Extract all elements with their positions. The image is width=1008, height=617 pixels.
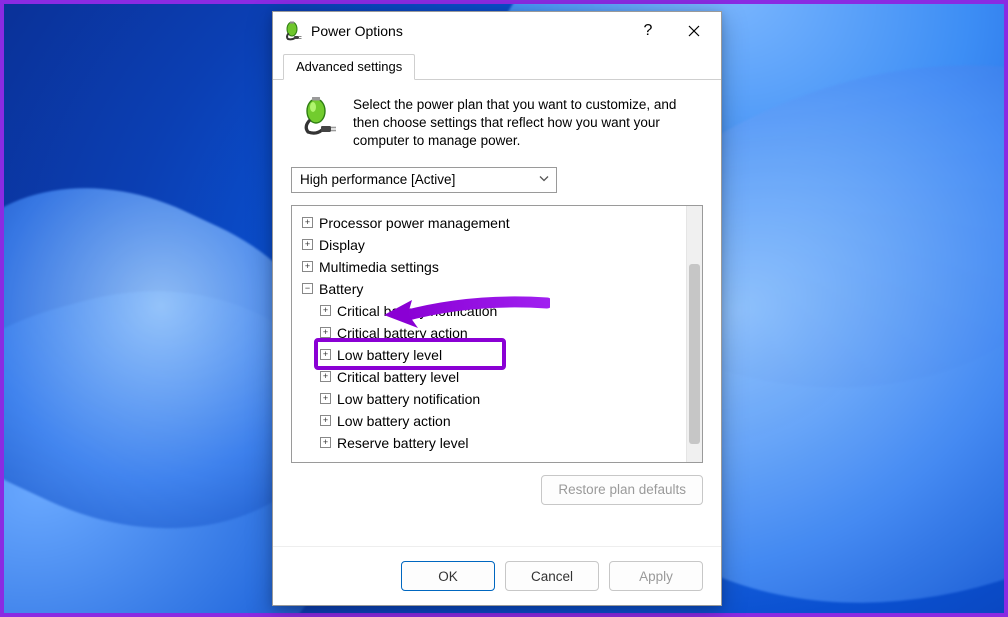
battery-plug-large-icon bbox=[299, 96, 339, 151]
battery-plug-icon bbox=[283, 21, 303, 41]
ok-button[interactable]: OK bbox=[401, 561, 495, 591]
tree-item[interactable]: + Low battery level bbox=[302, 344, 680, 366]
tree-item[interactable]: + Critical battery action bbox=[302, 322, 680, 344]
expand-icon[interactable]: + bbox=[320, 371, 331, 382]
expand-icon[interactable]: + bbox=[320, 305, 331, 316]
collapse-icon[interactable]: − bbox=[302, 283, 313, 294]
tab-strip: Advanced settings bbox=[273, 50, 721, 80]
expand-icon[interactable]: + bbox=[320, 327, 331, 338]
cancel-button[interactable]: Cancel bbox=[505, 561, 599, 591]
titlebar[interactable]: Power Options ? bbox=[273, 12, 721, 50]
expand-icon[interactable]: + bbox=[320, 415, 331, 426]
expand-icon[interactable]: + bbox=[320, 437, 331, 448]
tree-item-label: Critical battery action bbox=[337, 322, 468, 344]
help-button[interactable]: ? bbox=[629, 16, 667, 46]
tree-item[interactable]: + Processor power management bbox=[302, 212, 680, 234]
tree-item-label: Reserve battery level bbox=[337, 432, 469, 454]
scrollbar-thumb[interactable] bbox=[689, 264, 700, 444]
tree-item[interactable]: + Reserve battery level bbox=[302, 432, 680, 454]
settings-tree[interactable]: + Processor power management + Display + Mult… bbox=[292, 206, 686, 462]
dialog-title: Power Options bbox=[311, 23, 621, 39]
dialog-footer: OK Cancel Apply bbox=[273, 546, 721, 605]
tree-item-label: Low battery level bbox=[337, 344, 442, 366]
tree-item-label: Processor power management bbox=[319, 212, 510, 234]
tree-item[interactable]: + Multimedia settings bbox=[302, 256, 680, 278]
settings-tree-box: + Processor power management + Display + Mult… bbox=[291, 205, 703, 463]
expand-icon[interactable]: + bbox=[320, 349, 331, 360]
expand-icon[interactable]: + bbox=[302, 261, 313, 272]
tree-item[interactable]: −Battery bbox=[302, 278, 680, 300]
tree-item-label: Display bbox=[319, 234, 365, 256]
power-plan-selected: High performance [Active] bbox=[300, 172, 455, 187]
tree-item[interactable]: + Critical battery notification bbox=[302, 300, 680, 322]
tree-item[interactable]: + Critical battery level bbox=[302, 366, 680, 388]
intro-text: Select the power plan that you want to c… bbox=[353, 96, 699, 151]
tree-item[interactable]: + Display bbox=[302, 234, 680, 256]
tree-item[interactable]: + Low battery notification bbox=[302, 388, 680, 410]
tree-item-label: Critical battery level bbox=[337, 366, 459, 388]
restore-plan-defaults-button[interactable]: Restore plan defaults bbox=[541, 475, 703, 505]
apply-button[interactable]: Apply bbox=[609, 561, 703, 591]
tree-item-label: Battery bbox=[319, 278, 363, 300]
power-plan-select[interactable]: High performance [Active] bbox=[291, 167, 557, 193]
close-button[interactable] bbox=[675, 16, 713, 46]
expand-icon[interactable]: + bbox=[302, 217, 313, 228]
close-icon bbox=[688, 25, 700, 37]
tree-scrollbar[interactable] bbox=[686, 206, 702, 462]
help-icon: ? bbox=[644, 22, 653, 40]
power-options-dialog: Power Options ? Advanced settings bbox=[272, 11, 722, 606]
expand-icon[interactable]: + bbox=[320, 393, 331, 404]
tree-item-label: Low battery action bbox=[337, 410, 451, 432]
tree-item-label: Multimedia settings bbox=[319, 256, 439, 278]
restore-row: Restore plan defaults bbox=[291, 463, 703, 509]
tree-item[interactable]: + Low battery action bbox=[302, 410, 680, 432]
tab-advanced-settings[interactable]: Advanced settings bbox=[283, 54, 415, 80]
tab-page: Select the power plan that you want to c… bbox=[273, 80, 721, 546]
tree-item-label: Critical battery notification bbox=[337, 300, 497, 322]
tree-item-label: Low battery notification bbox=[337, 388, 480, 410]
expand-icon[interactable]: + bbox=[302, 239, 313, 250]
intro-row: Select the power plan that you want to c… bbox=[291, 94, 703, 165]
chevron-down-icon bbox=[538, 172, 550, 187]
